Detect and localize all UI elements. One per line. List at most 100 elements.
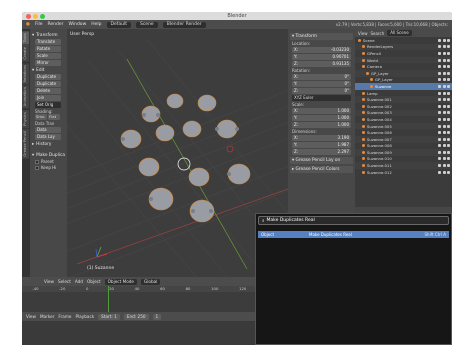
outliner-row[interactable]: World — [355, 56, 452, 64]
smooth-shading-button[interactable]: Smo — [35, 114, 47, 120]
set-origin-dropdown[interactable]: Set Orig — [35, 102, 61, 108]
outliner-row[interactable]: Suzanne.006 — [355, 129, 452, 136]
timeline-view-menu[interactable]: View — [26, 314, 36, 319]
selectable-arrow-icon[interactable] — [442, 137, 446, 141]
render-camera-icon[interactable] — [447, 150, 450, 154]
selectable-arrow-icon[interactable] — [442, 38, 446, 42]
outliner-row[interactable]: Suzanne.010 — [355, 156, 452, 163]
transform-orientation-dropdown[interactable]: Global — [141, 278, 161, 285]
rotation-z-field[interactable]: Z: 0° — [292, 88, 351, 94]
timeline-frame-menu[interactable]: Frame — [58, 314, 71, 319]
start-frame-field[interactable]: Start: 1 — [98, 313, 120, 320]
rotation-mode-dropdown[interactable]: XYZ Euler — [292, 95, 351, 101]
visibility-eye-icon[interactable] — [438, 78, 441, 82]
visibility-eye-icon[interactable] — [438, 51, 441, 55]
render-camera-icon[interactable] — [447, 51, 450, 55]
scale-x-field[interactable]: X: 1.000 — [292, 108, 351, 114]
outliner-row[interactable]: Suzanne.002 — [355, 103, 452, 110]
make-duplicates-panel-header[interactable]: ▾ Make Duplica — [32, 153, 65, 158]
visibility-eye-icon[interactable] — [438, 131, 441, 135]
outliner-row[interactable]: Suzanne.009 — [355, 149, 452, 156]
rotation-x-field[interactable]: X: 0° — [292, 74, 351, 80]
outliner-row[interactable]: Lamp — [355, 90, 452, 97]
selectable-arrow-icon[interactable] — [442, 51, 446, 55]
menu-help[interactable]: Help — [91, 22, 101, 27]
visibility-eye-icon[interactable] — [438, 98, 441, 102]
outliner-row[interactable]: Suzanne.005 — [355, 122, 452, 130]
visibility-eye-icon[interactable] — [438, 117, 441, 121]
render-camera-icon[interactable] — [447, 84, 450, 88]
visibility-eye-icon[interactable] — [438, 150, 441, 154]
edit-panel-header[interactable]: ▾ Edit — [32, 68, 65, 73]
visibility-eye-icon[interactable] — [438, 124, 441, 128]
render-camera-icon[interactable] — [447, 164, 450, 168]
selectable-arrow-icon[interactable] — [442, 111, 446, 115]
visibility-eye-icon[interactable] — [438, 164, 441, 168]
duplicate-linked-button[interactable]: Duplicate — [35, 81, 61, 87]
render-camera-icon[interactable] — [447, 131, 450, 135]
end-frame-field[interactable]: End: 250 — [123, 313, 149, 320]
selectable-arrow-icon[interactable] — [442, 131, 446, 135]
visibility-eye-icon[interactable] — [438, 144, 441, 148]
visibility-eye-icon[interactable] — [438, 84, 441, 88]
outliner-row[interactable]: Suzanne — [355, 83, 452, 90]
render-camera-icon[interactable] — [447, 58, 450, 62]
timeline-marker-menu[interactable]: Marker — [40, 314, 54, 319]
render-camera-icon[interactable] — [447, 91, 450, 95]
scale-button[interactable]: Scale — [35, 53, 61, 59]
location-x-field[interactable]: X: -0.03230 — [292, 47, 351, 53]
selectable-arrow-icon[interactable] — [442, 144, 446, 148]
dimension-x-field[interactable]: X: 3.190 — [292, 135, 351, 141]
visibility-eye-icon[interactable] — [438, 58, 441, 62]
outliner-display-dropdown[interactable]: All Scene — [387, 30, 412, 36]
maximize-window-icon[interactable] — [40, 13, 45, 19]
rotation-y-field[interactable]: Y: 0° — [292, 81, 351, 87]
mirror-button[interactable]: Mirror — [35, 60, 61, 66]
visibility-eye-icon[interactable] — [438, 111, 441, 115]
scale-z-field[interactable]: Z: 1.000 — [292, 122, 351, 128]
selectable-arrow-icon[interactable] — [442, 58, 446, 62]
render-camera-icon[interactable] — [447, 124, 450, 128]
render-camera-icon[interactable] — [447, 170, 450, 174]
selectable-arrow-icon[interactable] — [442, 170, 446, 174]
render-engine-dropdown[interactable]: Blender Render — [162, 21, 206, 28]
render-camera-icon[interactable] — [447, 117, 450, 121]
outliner-row[interactable]: RenderLayers — [355, 43, 452, 51]
render-camera-icon[interactable] — [447, 38, 450, 42]
selectable-arrow-icon[interactable] — [442, 91, 446, 95]
render-camera-icon[interactable] — [447, 71, 450, 75]
outliner-row[interactable]: GP_Layer — [355, 69, 452, 77]
outliner-row[interactable]: Suzanne.004 — [355, 116, 452, 123]
render-camera-icon[interactable] — [447, 45, 450, 49]
outliner-view-menu[interactable]: View — [358, 31, 368, 36]
dimension-y-field[interactable]: Y: 1.987 — [292, 142, 351, 148]
tab-create[interactable]: Create — [22, 45, 29, 62]
screen-layout-dropdown[interactable]: Default — [106, 21, 131, 28]
selectable-arrow-icon[interactable] — [442, 45, 446, 49]
outliner-search-menu[interactable]: Search — [371, 31, 385, 36]
visibility-eye-icon[interactable] — [438, 157, 441, 161]
outliner-row[interactable]: Suzanne.008 — [355, 143, 452, 150]
data-transfer-button[interactable]: Data — [35, 127, 61, 133]
render-camera-icon[interactable] — [447, 65, 450, 69]
outliner-row[interactable]: Scene — [355, 37, 452, 44]
tab-tools[interactable]: Tools — [22, 31, 29, 45]
duplicate-button[interactable]: Duplicate — [35, 74, 61, 80]
outliner-row[interactable]: Suzanne.003 — [355, 109, 452, 117]
translate-button[interactable]: Translate — [35, 39, 61, 45]
outliner-row[interactable]: GPencil — [355, 50, 452, 57]
tab-relations[interactable]: Relations — [22, 62, 29, 85]
transform-properties-header[interactable]: ▾ Transform — [290, 33, 353, 40]
blender-logo-icon[interactable]: ● — [26, 22, 30, 27]
grease-pencil-colors-header[interactable]: ▸ Grease Pencil Colors — [290, 166, 353, 173]
join-button[interactable]: Join — [35, 95, 61, 101]
render-camera-icon[interactable] — [447, 78, 450, 82]
visibility-eye-icon[interactable] — [438, 45, 441, 49]
menu-render[interactable]: Render — [47, 22, 63, 27]
scene-dropdown[interactable]: Scene — [135, 21, 158, 28]
operator-search-field[interactable]: ⌕ Make Duplicates Real — [258, 216, 449, 225]
delete-button[interactable]: Delete — [35, 88, 61, 94]
history-panel-header[interactable]: ▸ History — [32, 142, 65, 147]
scale-y-field[interactable]: Y: 1.000 — [292, 115, 351, 121]
outliner-row[interactable]: Suzanne.012 — [355, 169, 452, 176]
